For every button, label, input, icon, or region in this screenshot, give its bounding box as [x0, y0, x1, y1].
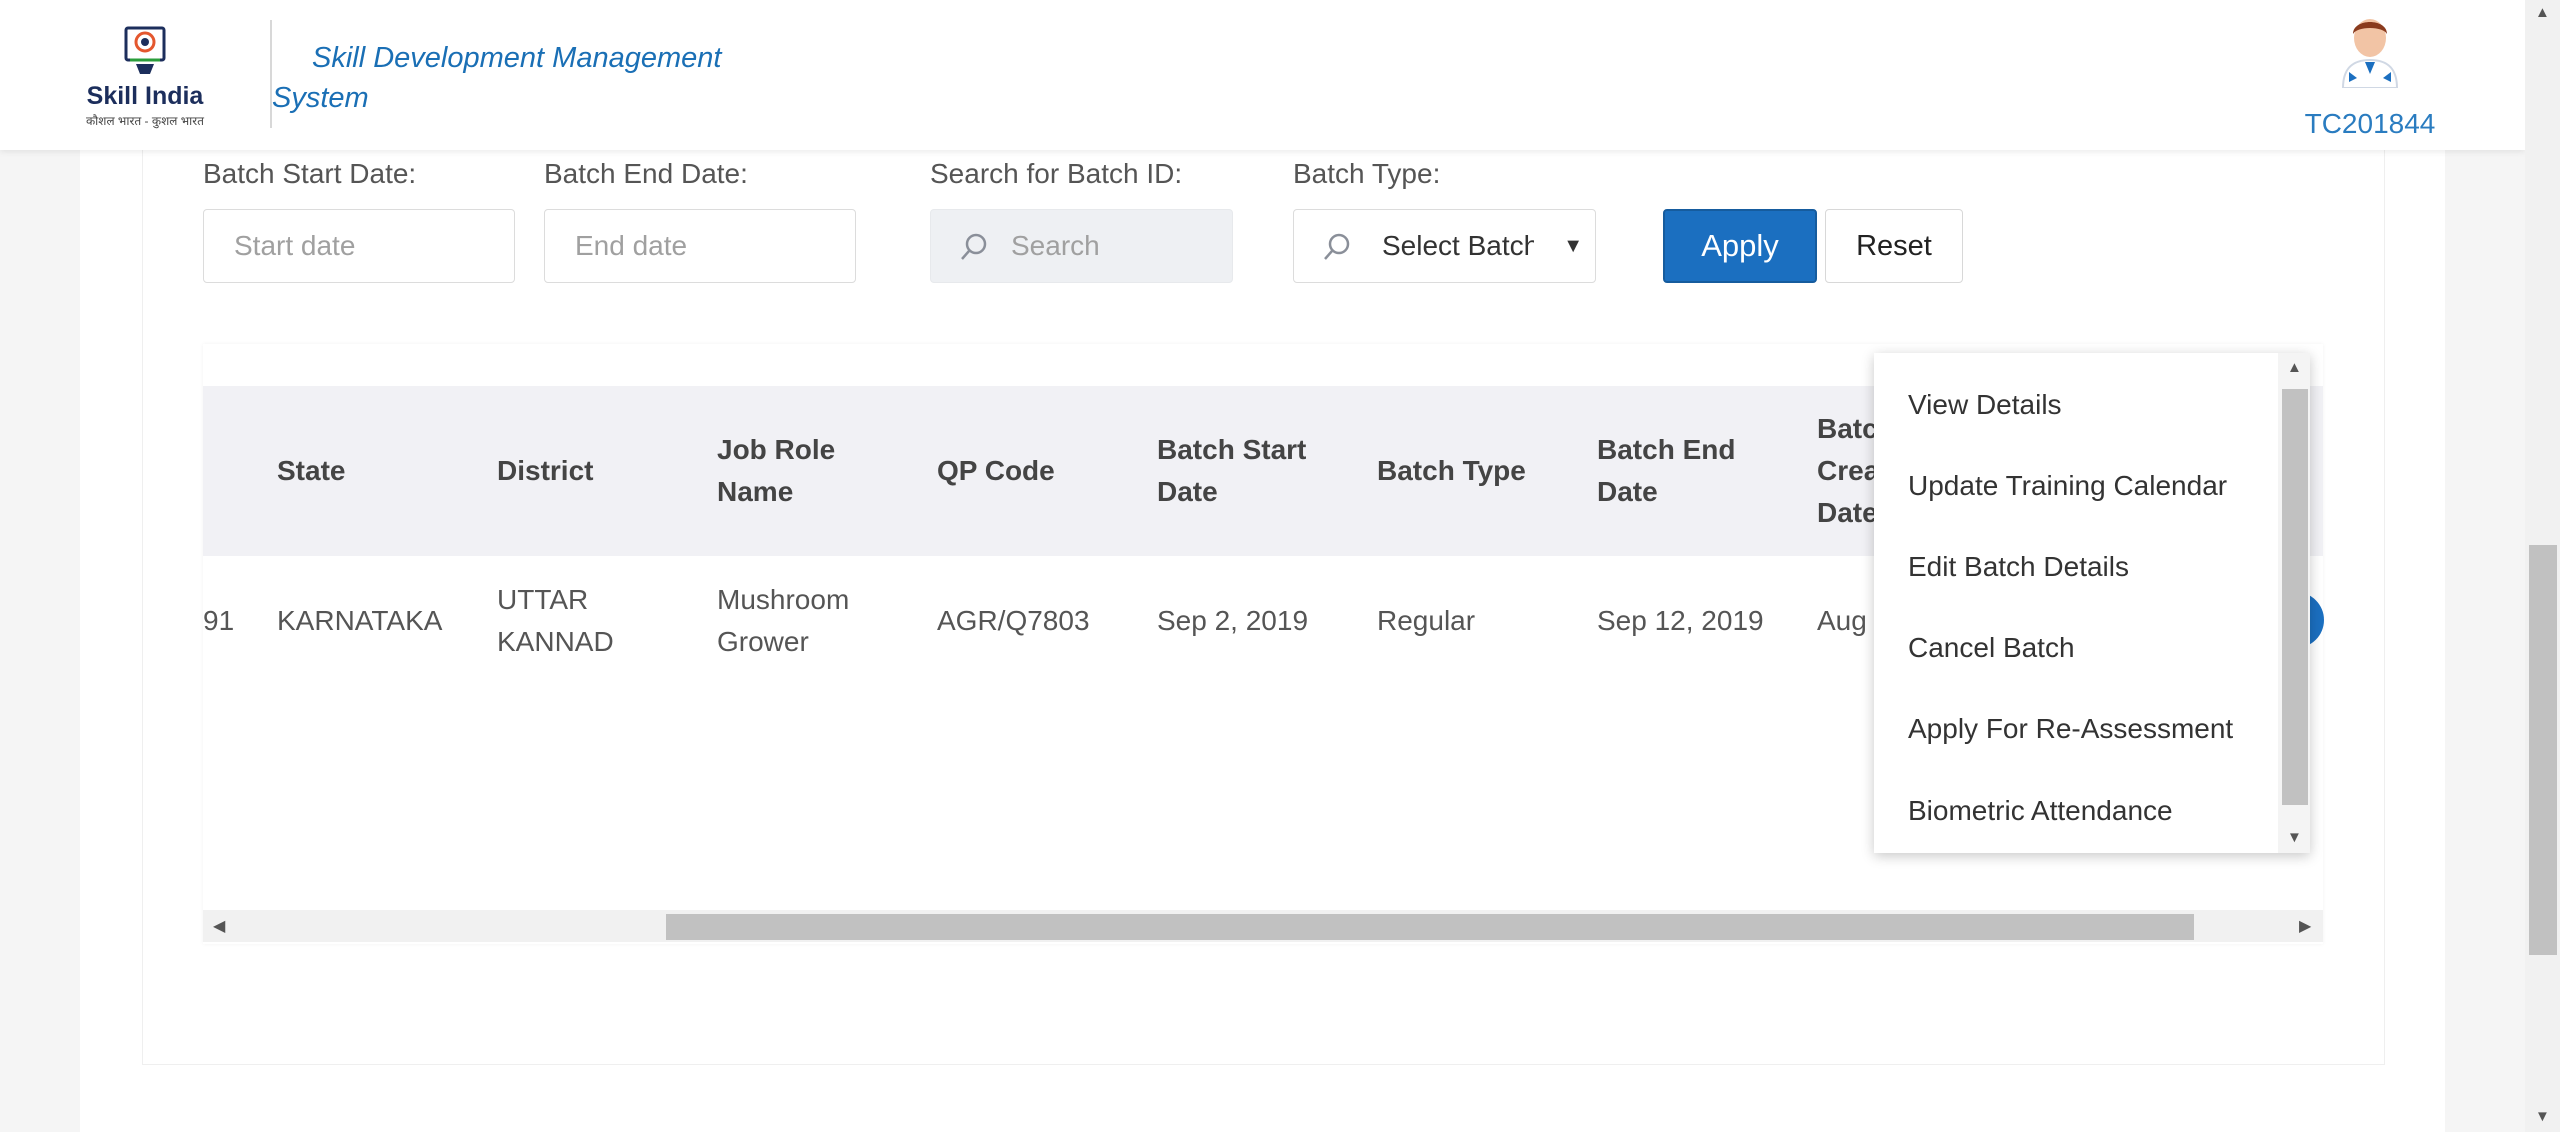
menu-item-edit-batch-details[interactable]: Edit Batch Details — [1908, 551, 2129, 583]
end-date-label: Batch End Date: — [544, 158, 748, 189]
batch-type-select[interactable]: Select Batch ▼ — [1293, 209, 1596, 283]
skill-india-emblem-icon — [124, 26, 166, 74]
user-avatar-icon[interactable] — [2335, 12, 2405, 88]
header-batch-end-date: Batch End Date — [1597, 434, 1736, 507]
cell-batch-end-date: Sep 12, 2019 — [1597, 605, 1764, 636]
end-date-input[interactable]: End date — [544, 209, 856, 283]
start-date-label: Batch Start Date: — [203, 158, 417, 189]
header-batch-start-date: Batch Start Date — [1157, 434, 1307, 507]
menu-item-biometric-attendance[interactable]: Biometric Attendance — [1908, 795, 2173, 827]
header-qp-code: QP Code — [937, 455, 1055, 486]
cell-job-role-name: Mushroom Grower — [717, 584, 850, 657]
header-job-role-name: Job Role Name — [717, 434, 836, 507]
cell-batch-start-date: Sep 2, 2019 — [1157, 605, 1309, 636]
cell-state: KARNATAKA — [277, 605, 443, 636]
cell-batch-id: 91 — [203, 605, 235, 636]
menu-item-update-training-calendar[interactable]: Update Training Calendar — [1908, 470, 2227, 502]
menu-item-apply-for-re-assessment[interactable]: Apply For Re-Assessment — [1908, 713, 2233, 745]
header-state: State — [277, 455, 346, 486]
menu-scrollbar[interactable]: ▲ ▼ — [2278, 353, 2310, 853]
scroll-down-arrow-icon[interactable]: ▼ — [2287, 829, 2302, 846]
batch-type-label: Batch Type: — [1293, 158, 1441, 189]
scroll-down-arrow-icon[interactable]: ▼ — [2535, 1108, 2550, 1125]
menu-item-view-details[interactable]: View Details — [1908, 389, 2062, 421]
username-label[interactable]: TC201844 — [2300, 108, 2440, 140]
top-header: Skill India कौशल भारत - कुशल भारत Skill … — [0, 0, 2525, 150]
search-icon — [961, 233, 987, 260]
cell-district: UTTAR KANNAD — [497, 584, 614, 657]
batch-id-search-input[interactable]: Search — [930, 209, 1233, 283]
table-horizontal-scrollbar[interactable]: ◀ ▶ — [203, 910, 2323, 942]
batch-id-search-placeholder: Search — [1011, 230, 1100, 261]
header-batch-type: Batch Type — [1377, 455, 1526, 486]
menu-scrollbar-thumb[interactable] — [2282, 389, 2308, 805]
page-scrollbar-thumb[interactable] — [2529, 545, 2557, 955]
cell-qp-code: AGR/Q7803 — [937, 605, 1090, 636]
horizontal-scrollbar-thumb[interactable] — [666, 914, 2194, 940]
chevron-down-icon: ▼ — [1563, 235, 1583, 257]
reset-button[interactable]: Reset — [1825, 209, 1963, 283]
batch-id-search-label: Search for Batch ID: — [930, 158, 1183, 189]
scroll-up-arrow-icon[interactable]: ▲ — [2287, 359, 2302, 376]
logo-subtext: कौशल भारत - कुशल भारत — [85, 114, 205, 128]
search-icon — [1324, 233, 1350, 260]
batch-type-value: Select Batch — [1382, 230, 1534, 261]
logo-text: Skill India — [86, 82, 204, 110]
scroll-right-arrow-icon[interactable]: ▶ — [2299, 916, 2311, 936]
scroll-left-arrow-icon[interactable]: ◀ — [213, 916, 225, 936]
scroll-up-arrow-icon[interactable]: ▲ — [2535, 4, 2550, 21]
start-date-input[interactable]: Start date — [203, 209, 515, 283]
batch-actions-menu: View Details Update Training Calendar Ed… — [1874, 353, 2310, 853]
page-vertical-scrollbar[interactable]: ▲ ▼ — [2525, 0, 2560, 1132]
app-title: Skill Development Management System — [272, 42, 722, 114]
menu-item-cancel-batch[interactable]: Cancel Batch — [1908, 632, 2075, 664]
skill-india-logo[interactable]: Skill India कौशल भारत - कुशल भारत — [80, 22, 210, 128]
header-district: District — [497, 455, 594, 486]
apply-button[interactable]: Apply — [1663, 209, 1817, 283]
cell-batch-type: Regular — [1377, 605, 1476, 636]
